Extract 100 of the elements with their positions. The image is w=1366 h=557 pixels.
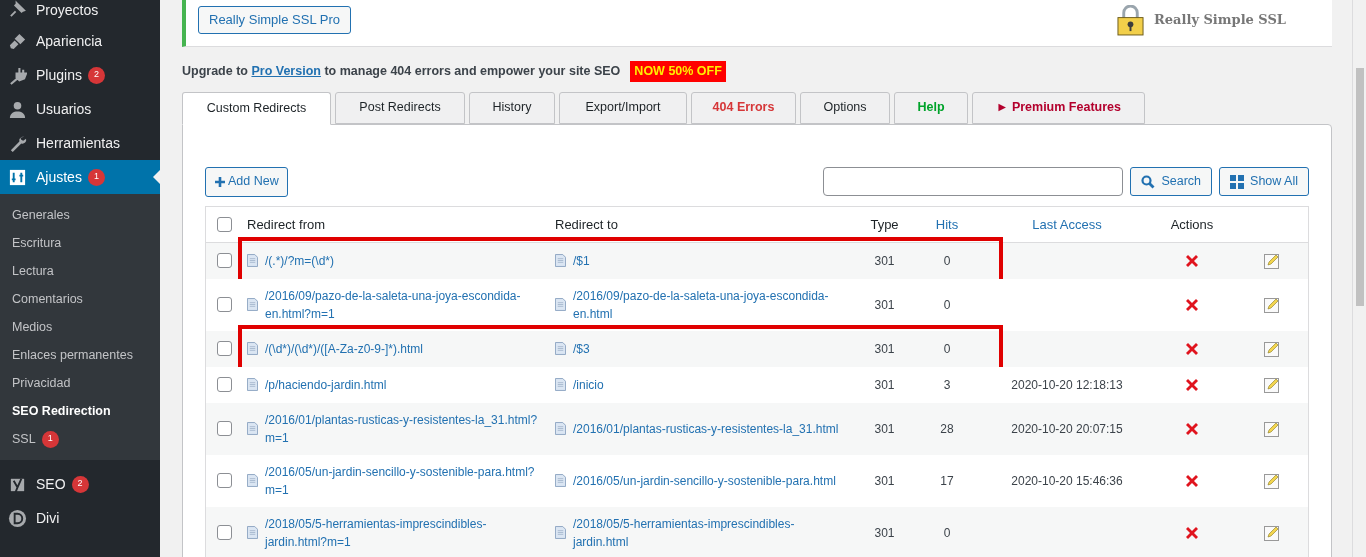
checkbox[interactable] bbox=[217, 253, 232, 269]
submenu-item[interactable]: SSL 1 bbox=[0, 425, 160, 453]
edit-icon[interactable] bbox=[1263, 524, 1280, 541]
sidebar-item[interactable]: Apariencia bbox=[0, 24, 160, 58]
edit-icon[interactable] bbox=[1263, 376, 1280, 393]
tab[interactable]: History bbox=[469, 91, 555, 124]
redirect-link[interactable]: /2016/05/un-jardin-sencillo-y-sostenible-para.html bbox=[573, 471, 836, 490]
column-header: Actions bbox=[1169, 215, 1215, 234]
document-icon bbox=[555, 298, 566, 312]
menu-label: Plugins bbox=[36, 65, 82, 85]
checkbox[interactable] bbox=[217, 473, 232, 489]
redirect-link[interactable]: /2016/01/plantas-rusticas-y-resistentes-la_31.html bbox=[573, 419, 839, 438]
redirect-link[interactable]: /2016/01/plantas-rusticas-y-resistentes-la_31.html?m=1 bbox=[265, 410, 544, 447]
delete-icon[interactable] bbox=[1184, 524, 1200, 541]
sidebar-item[interactable]: Ajustes 1 bbox=[0, 160, 160, 194]
delete-icon[interactable] bbox=[1184, 340, 1200, 357]
checkbox[interactable] bbox=[217, 525, 232, 541]
user-icon bbox=[8, 99, 27, 119]
menu-label: Usuarios bbox=[36, 99, 92, 119]
pro-button[interactable]: Really Simple SSL Pro bbox=[198, 6, 351, 34]
redirect-link[interactable]: /2018/05/5-herramientas-imprescindibles-jardin.html?m=1 bbox=[265, 514, 544, 551]
scrollbar[interactable] bbox=[1352, 0, 1366, 557]
document-icon bbox=[247, 342, 258, 356]
checkbox[interactable] bbox=[217, 377, 232, 393]
upgrade-text: Upgrade to Pro Version to manage 404 errors and empower your site SEO bbox=[182, 63, 621, 80]
sidebar-item[interactable]: Proyectos bbox=[0, 0, 160, 24]
delete-icon[interactable] bbox=[1184, 252, 1200, 269]
hits-cell-text: 17 bbox=[939, 472, 955, 490]
redirect-link[interactable]: /$3 bbox=[573, 339, 590, 358]
sidebar-item[interactable]: Herramientas bbox=[0, 126, 160, 160]
checkbox[interactable] bbox=[217, 297, 232, 313]
redirect-link[interactable]: /2016/09/pazo-de-la-saleta-una-joya-escondida-en.html?m=1 bbox=[265, 286, 544, 323]
document-icon bbox=[247, 422, 258, 436]
document-icon bbox=[247, 298, 258, 312]
redirect-link[interactable]: /p/haciendo-jardin.html bbox=[265, 375, 387, 394]
search-button[interactable]: Search bbox=[1130, 167, 1213, 197]
hits-cell-text: 28 bbox=[939, 420, 955, 438]
submenu-item[interactable]: Enlaces permanentes bbox=[0, 341, 160, 369]
submenu-item[interactable]: Generales bbox=[0, 201, 160, 229]
tab[interactable]: ► Premium Features bbox=[972, 91, 1145, 124]
show-all-button[interactable]: Show All bbox=[1219, 167, 1309, 197]
document-icon bbox=[555, 422, 566, 436]
delete-icon[interactable] bbox=[1184, 420, 1200, 437]
edit-icon[interactable] bbox=[1263, 472, 1280, 489]
add-new-button[interactable]: Add New bbox=[205, 166, 288, 197]
hits-cell-text: 3 bbox=[942, 376, 952, 394]
edit-icon[interactable] bbox=[1263, 296, 1280, 313]
submenu-item[interactable]: Medios bbox=[0, 313, 160, 341]
redirect-link[interactable]: /2016/05/un-jardin-sencillo-y-sostenible-para.html?m=1 bbox=[265, 462, 544, 499]
grid-icon bbox=[1230, 174, 1245, 189]
date-cell-text: 2020-10-20 12:18:13 bbox=[1010, 376, 1124, 394]
redirect-link[interactable]: /$1 bbox=[573, 251, 590, 270]
column-header[interactable]: Last Access bbox=[982, 214, 1152, 234]
redirect-link[interactable]: /inicio bbox=[573, 375, 604, 394]
edit-icon[interactable] bbox=[1263, 252, 1280, 269]
brush-icon bbox=[8, 31, 27, 51]
redirect-link[interactable]: /2016/09/pazo-de-la-saleta-una-joya-escondida-en.html bbox=[573, 286, 841, 323]
menu-label: Divi bbox=[36, 508, 60, 528]
type-cell-text: 301 bbox=[873, 524, 896, 542]
redirect-link[interactable]: /2018/05/5-herramientas-imprescindibles-jardin.html bbox=[573, 514, 841, 551]
type-cell-text: 301 bbox=[873, 376, 896, 394]
sidebar-item[interactable]: SEO 2 bbox=[0, 467, 160, 501]
tab[interactable]: 404 Errors bbox=[691, 91, 796, 124]
document-icon bbox=[247, 378, 258, 392]
menu-label: Ajustes bbox=[36, 167, 82, 187]
edit-icon[interactable] bbox=[1263, 340, 1280, 357]
checkbox[interactable] bbox=[217, 421, 232, 437]
sidebar-item[interactable]: Plugins 2 bbox=[0, 58, 160, 92]
plus-icon bbox=[214, 175, 226, 188]
sidebar-item[interactable]: Usuarios bbox=[0, 92, 160, 126]
submenu-item[interactable]: Escritura bbox=[0, 229, 160, 257]
sidebar-item[interactable]: Divi bbox=[0, 501, 160, 535]
delete-icon[interactable] bbox=[1184, 376, 1200, 393]
column-header[interactable]: Hits bbox=[912, 214, 982, 234]
tab[interactable]: Post Redirects bbox=[335, 91, 465, 124]
submenu-item[interactable]: SEO Redirection bbox=[0, 397, 160, 425]
hits-cell-text: 0 bbox=[942, 296, 952, 314]
redirect-link[interactable]: /(.*)/?m=(\d*) bbox=[265, 251, 334, 270]
submenu-item[interactable]: Comentarios bbox=[0, 285, 160, 313]
tab[interactable]: Help bbox=[894, 91, 968, 124]
edit-icon[interactable] bbox=[1263, 420, 1280, 437]
tab[interactable]: Options bbox=[800, 91, 890, 124]
redirect-link[interactable]: /(\d*)/(\d*)/([A-Za-z0-9-]*).html bbox=[265, 339, 423, 358]
pro-version-link[interactable]: Pro Version bbox=[251, 64, 321, 78]
menu-label: Proyectos bbox=[36, 1, 99, 20]
checkbox[interactable] bbox=[217, 216, 232, 232]
submenu-item[interactable]: Privacidad bbox=[0, 369, 160, 397]
delete-icon[interactable] bbox=[1184, 296, 1200, 313]
document-icon bbox=[555, 378, 566, 392]
count-badge: 2 bbox=[87, 66, 105, 84]
delete-icon[interactable] bbox=[1184, 472, 1200, 489]
submenu-item[interactable]: Lectura bbox=[0, 257, 160, 285]
tab[interactable]: Export/Import bbox=[559, 91, 687, 124]
column-header: Redirect from bbox=[246, 215, 327, 234]
search-field[interactable] bbox=[823, 167, 1124, 197]
menu-label: Apariencia bbox=[36, 31, 103, 51]
d-logo-icon bbox=[8, 508, 27, 528]
tab[interactable]: Custom Redirects bbox=[182, 91, 331, 125]
checkbox[interactable] bbox=[217, 341, 232, 357]
type-cell-text: 301 bbox=[873, 340, 896, 358]
